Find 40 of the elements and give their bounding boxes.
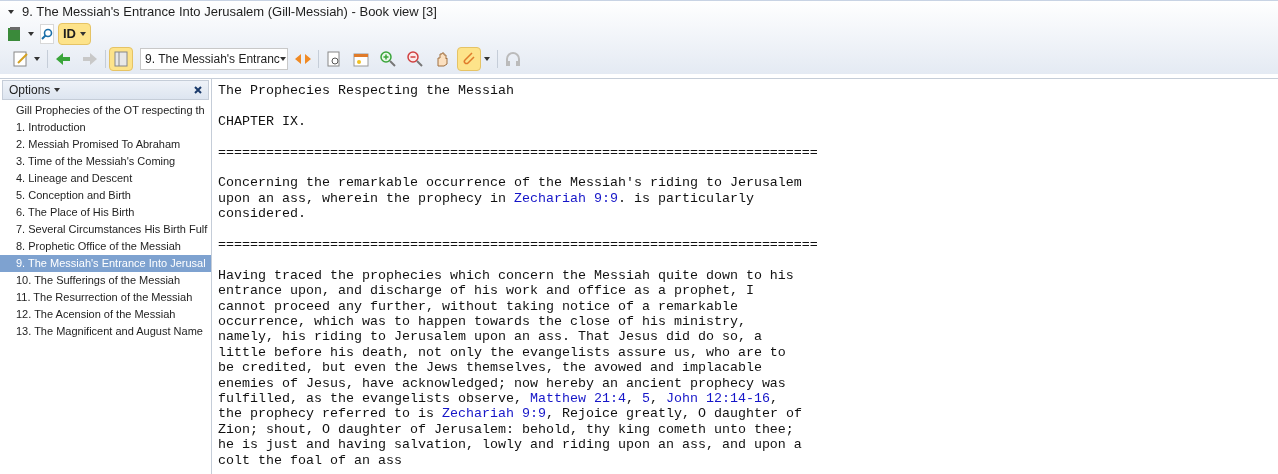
document-text: =========================================================================== xyxy=(218,144,818,160)
book-icon[interactable] xyxy=(109,47,133,71)
chapter-list-item[interactable]: 11. The Resurrection of the Messiah xyxy=(0,289,211,306)
chapter-list-item[interactable]: 6. The Place of His Birth xyxy=(0,204,211,221)
options-menu-button[interactable]: Options xyxy=(9,81,61,99)
scripture-link[interactable]: John 12:14-16 xyxy=(665,391,770,407)
chapter-list-item[interactable]: 1. Introduction xyxy=(0,119,211,136)
chapter-list-item[interactable]: 2. Messiah Promised To Abraham xyxy=(0,136,211,153)
document-text: Having traced the prophecies which concern the Messiah quite down to his entrance upon, and discharge of his work and office as a prophet, I cannot proceed any further, without taking notice of a remarkable occurrence, which was to happen towards the close of his ministry, namely, his riding to Jerusalem upon an ass. That Jesus did do so, a little before his death, not only the evangelists assure us, who are to be credited, but even the Jews themselves, the avowed and implacable enemies of Jesus, have acknowledged; now hereby an ancient prophecy was fulfilled, as the evangelists observe, Matthew 21:4, 5, John 12:14-16, the prophecy referred to is Zechariah 9:9, Rejoice greatly, O daughter of Zion; shout, O daughter of Jerusalem: behold, thy king cometh unto thee; he is just and having salvation, lowly and riding upon an ass, and upon a colt the foal of an ass xyxy=(218,267,802,469)
id-dropdown-button[interactable]: ID xyxy=(58,23,91,45)
scripture-link[interactable]: Zechariah 9:9 xyxy=(441,406,546,422)
chapter-list-item[interactable]: 10. The Sufferings of the Messiah xyxy=(0,272,211,289)
dropdown-caret-icon xyxy=(80,32,86,36)
chapter-list-item[interactable]: 3. Time of the Messiah's Coming xyxy=(0,153,211,170)
collapse-caret-icon xyxy=(8,9,14,14)
chapter-list-item[interactable]: Gill Prophecies of the OT respecting th xyxy=(0,102,211,119)
dropdown-caret-icon xyxy=(34,57,40,61)
chapter-list-item[interactable]: 5. Conception and Birth xyxy=(0,187,211,204)
chapter-list-item[interactable]: 4. Lineage and Descent xyxy=(0,170,211,187)
dropdown-caret-icon xyxy=(484,57,490,61)
paperclip-icon[interactable] xyxy=(457,47,481,71)
chapter-list-item[interactable]: 7. Several Circumstances His Birth Fulf xyxy=(0,221,211,238)
dropdown-caret-icon xyxy=(279,57,286,61)
chapter-list-item[interactable]: 12. The Acension of the Messiah xyxy=(0,306,211,323)
close-icon[interactable] xyxy=(194,86,202,94)
window-title: 9. The Messiah's Entrance Into Jerusalem (Gill-Messiah) - Book view [3] xyxy=(22,2,437,21)
scripture-link[interactable]: 5 xyxy=(641,391,650,407)
chapter-list-item[interactable]: 8. Prophetic Office of the Messiah xyxy=(0,238,211,255)
pencil-note-icon xyxy=(12,50,30,68)
dropdown-caret-icon xyxy=(28,32,34,36)
chapter-select[interactable]: 9. The Messiah's Entranc xyxy=(140,48,288,70)
document-text: =========================================================================== xyxy=(218,237,818,253)
scripture-link[interactable]: Zechariah 9:9 xyxy=(513,190,618,206)
scripture-link[interactable]: Matthew 21:4 xyxy=(529,391,626,407)
document-text: Concerning the remarkable occurrence of the Messiah's riding to Jerusalem upon an ass, wherein the prophecy in Zechariah 9:9. is particularly considered. xyxy=(218,175,802,222)
chapter-list-item[interactable]: 13. The Magnificent and August Name xyxy=(0,323,211,340)
document-text: CHAPTER IX. xyxy=(218,113,306,130)
search-button[interactable] xyxy=(40,24,54,44)
dropdown-caret-icon xyxy=(54,88,61,92)
document-text: The Prophecies Respecting the Messiah xyxy=(218,83,514,99)
